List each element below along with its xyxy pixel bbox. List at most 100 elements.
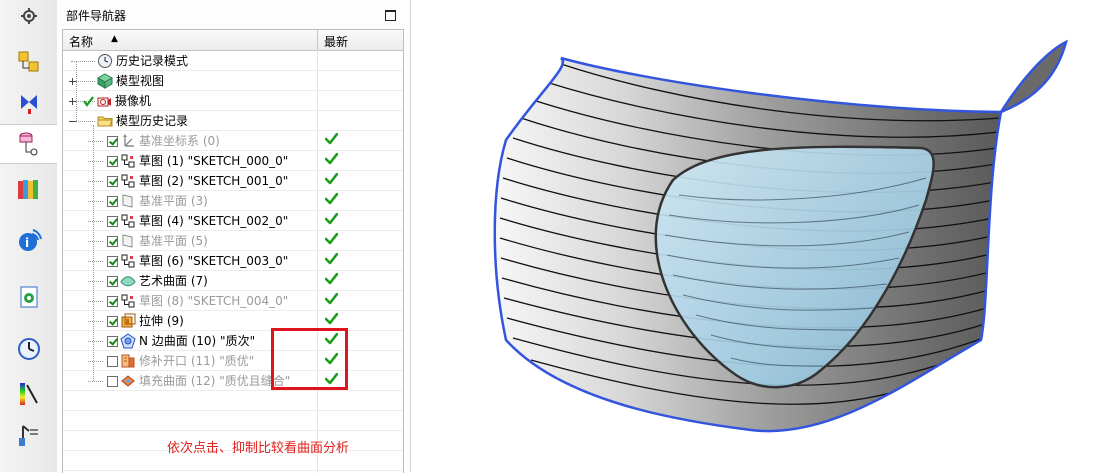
tree-connector [88, 341, 103, 342]
settings-gear-icon[interactable] [0, 0, 57, 35]
feature-checkbox[interactable] [107, 155, 118, 167]
clock-icon[interactable] [0, 330, 57, 368]
feature-checkbox[interactable] [107, 235, 118, 247]
patch-openings-icon [120, 353, 136, 369]
feature-checkbox[interactable] [107, 375, 118, 387]
tree-header: 名称 ▲ 最新 [63, 30, 403, 51]
tree-connector [88, 221, 103, 222]
feature-checkbox[interactable] [107, 295, 118, 307]
tree-row[interactable]: 历史记录模式 [63, 51, 403, 71]
feature-checkbox[interactable] [107, 135, 118, 147]
svg-text:i: i [25, 236, 29, 250]
latest-check-icon [324, 152, 339, 168]
feature-checkbox[interactable] [107, 315, 118, 327]
process-studio-icon[interactable] [0, 416, 57, 454]
latest-check-icon [324, 212, 339, 228]
feature-checkbox[interactable] [107, 215, 118, 227]
tree-row[interactable]: 填充曲面 (12) "质优且缝合" [63, 371, 403, 391]
tree-row-label: 草图 (2) "SKETCH_001_0" [139, 174, 289, 188]
tree-connector [88, 141, 103, 142]
tree-connector [88, 201, 103, 202]
tree-row-label: 草图 (4) "SKETCH_002_0" [139, 214, 289, 228]
constraint-navigator-icon[interactable] [0, 84, 57, 122]
feature-checkbox[interactable] [107, 175, 118, 187]
tree-row[interactable]: 艺术曲面 (7) [63, 271, 403, 291]
maximize-button[interactable] [385, 10, 396, 21]
tree-row-label: 模型视图 [116, 74, 165, 88]
tree-connector [93, 125, 94, 381]
tree-connector [71, 61, 95, 62]
tree-connector [88, 161, 103, 162]
visible-check-icon [83, 95, 94, 107]
feature-checkbox[interactable] [107, 255, 118, 267]
tree-row-label: 艺术曲面 (7) [139, 274, 208, 288]
tree-row[interactable]: 基准平面 (3) [63, 191, 403, 211]
tree-row[interactable]: 模型视图 [63, 71, 403, 91]
tree-row[interactable]: 草图 (6) "SKETCH_003_0" [63, 251, 403, 271]
clock-icon [97, 53, 113, 69]
tree-connector [88, 361, 103, 362]
tree-row-label: 草图 (6) "SKETCH_003_0" [139, 254, 289, 268]
sketch-icon [120, 293, 136, 309]
folder-icon [97, 113, 113, 129]
part-navigator-icon[interactable] [0, 124, 57, 164]
tree-connector [88, 321, 103, 322]
empty-row [63, 411, 403, 431]
feature-checkbox[interactable] [107, 275, 118, 287]
sketch-icon [120, 153, 136, 169]
latest-check-icon [324, 292, 339, 308]
datum-csys-icon [120, 133, 136, 149]
column-header-latest[interactable]: 最新 [324, 33, 348, 50]
resource-bar: i [0, 0, 58, 472]
tree-row-label: 基准坐标系 (0) [139, 134, 220, 148]
tree-row[interactable]: 摄像机 [63, 91, 403, 111]
graphics-viewport[interactable] [411, 0, 1102, 472]
tree-row[interactable]: N 边曲面 (10) "质次" [63, 331, 403, 351]
expand-toggle-icon[interactable] [69, 98, 76, 105]
sketch-icon [120, 253, 136, 269]
feature-checkbox[interactable] [107, 355, 118, 367]
web-browser-icon[interactable]: i [0, 222, 57, 260]
tree-row[interactable]: 草图 (1) "SKETCH_000_0" [63, 151, 403, 171]
tree-row[interactable]: 修补开口 (11) "质优" [63, 351, 403, 371]
tree-row[interactable]: 拉伸 (9) [63, 311, 403, 331]
latest-check-icon [324, 172, 339, 188]
tree-row[interactable]: 基准平面 (5) [63, 231, 403, 251]
assembly-navigator-icon[interactable] [0, 44, 57, 82]
feature-checkbox[interactable] [107, 335, 118, 347]
tree-row-label: 历史记录模式 [116, 54, 189, 68]
studio-surface-icon [120, 273, 136, 289]
tree-row[interactable]: 草图 (4) "SKETCH_002_0" [63, 211, 403, 231]
tree-row[interactable]: 基准坐标系 (0) [63, 131, 403, 151]
column-separator[interactable] [317, 30, 318, 50]
empty-row [63, 391, 403, 411]
latest-check-icon [324, 132, 339, 148]
tree-row[interactable]: 草图 (8) "SKETCH_004_0" [63, 291, 403, 311]
tree-connector [88, 261, 103, 262]
annotation-text: 依次点击、抑制比较看曲面分析 [167, 441, 350, 456]
model-views-icon [96, 73, 114, 89]
tree-row-label: 基准平面 (5) [139, 234, 208, 248]
collapse-toggle-icon[interactable] [69, 118, 76, 125]
feature-checkbox[interactable] [107, 195, 118, 207]
column-header-name[interactable]: 名称 [69, 33, 93, 50]
tree-connector [88, 181, 103, 182]
tree-row[interactable]: 草图 (2) "SKETCH_001_0" [63, 171, 403, 191]
visualization-icon[interactable] [0, 374, 57, 412]
surface-corner-flap [997, 39, 1068, 115]
camera-icon [96, 93, 112, 109]
reuse-library-icon[interactable] [0, 170, 57, 208]
latest-check-icon [324, 232, 339, 248]
latest-check-icon [324, 312, 339, 328]
latest-check-icon [324, 252, 339, 268]
tree-row-label: N 边曲面 (10) "质次" [139, 334, 256, 348]
tree-row-label: 修补开口 (11) "质优" [139, 354, 255, 368]
history-palette-icon[interactable] [0, 278, 57, 316]
tree-connector [76, 61, 77, 121]
expand-toggle-icon[interactable] [69, 78, 76, 85]
tree-row[interactable]: 模型历史记录 [63, 111, 403, 131]
datum-plane-icon [120, 193, 136, 209]
highlight-box [271, 328, 348, 390]
sketch-icon [120, 173, 136, 189]
tree-connector [88, 241, 103, 242]
